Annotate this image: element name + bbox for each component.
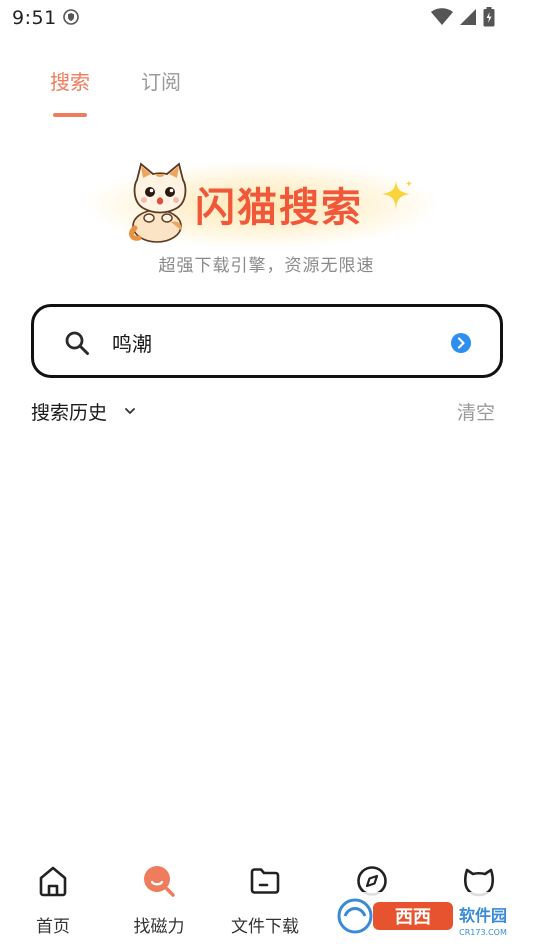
- nav-item-find-magnet[interactable]: 找磁力: [106, 850, 212, 948]
- clear-history-button[interactable]: 清空: [457, 398, 495, 425]
- home-icon: [39, 866, 67, 897]
- tab-subscribe[interactable]: 订阅: [141, 66, 181, 95]
- wifi-icon: [431, 8, 453, 25]
- nav-item-file-download[interactable]: 文件下载: [212, 850, 318, 948]
- status-time: 9:51: [12, 7, 57, 29]
- arrow-right-circle-icon[interactable]: [450, 332, 472, 354]
- cat-mascot-icon: [129, 162, 187, 243]
- nav-label-file-download: 文件下载: [231, 917, 299, 937]
- top-tabs: 搜索 订阅: [0, 66, 533, 122]
- folder-icon: [250, 868, 280, 894]
- search-history-toggle[interactable]: 搜索历史: [31, 398, 107, 425]
- brand-logo: 闪猫搜索: [0, 150, 533, 250]
- tab-search[interactable]: 搜索: [50, 66, 90, 95]
- status-icons: [431, 7, 495, 27]
- search-history-header: 搜索历史 清空: [31, 398, 503, 426]
- battery-icon: [483, 7, 495, 27]
- nav-item-home[interactable]: 首页: [0, 850, 106, 948]
- tagline: 超强下载引擎，资源无限速: [158, 256, 375, 276]
- search-icon: [65, 331, 89, 355]
- search-box[interactable]: [31, 304, 503, 378]
- nav-label-home: 首页: [36, 917, 70, 937]
- chevron-down-icon[interactable]: [123, 404, 137, 418]
- signal-icon: [460, 9, 476, 25]
- magnet-search-icon: [144, 866, 175, 897]
- watermark-logo: 西西 软件园 CR173.COM: [333, 892, 513, 940]
- sparkle-icon: [382, 180, 412, 210]
- nav-label-find-magnet: 找磁力: [133, 917, 185, 937]
- search-input[interactable]: [112, 325, 432, 359]
- svg-text:CR173.COM: CR173.COM: [459, 928, 507, 937]
- shield-icon: [63, 9, 79, 25]
- app-screen: 9:51 搜索 订阅 闪猫搜索 超强下载引擎，资源无限速 鸣潮 搜索历史 清空 …: [0, 0, 533, 948]
- status-bar: 9:51: [0, 0, 533, 36]
- active-tab-indicator: [53, 113, 87, 117]
- logo-text: 闪猫搜索: [195, 185, 363, 231]
- svg-text:西西: 西西: [395, 907, 431, 928]
- svg-text:软件园: 软件园: [459, 906, 507, 925]
